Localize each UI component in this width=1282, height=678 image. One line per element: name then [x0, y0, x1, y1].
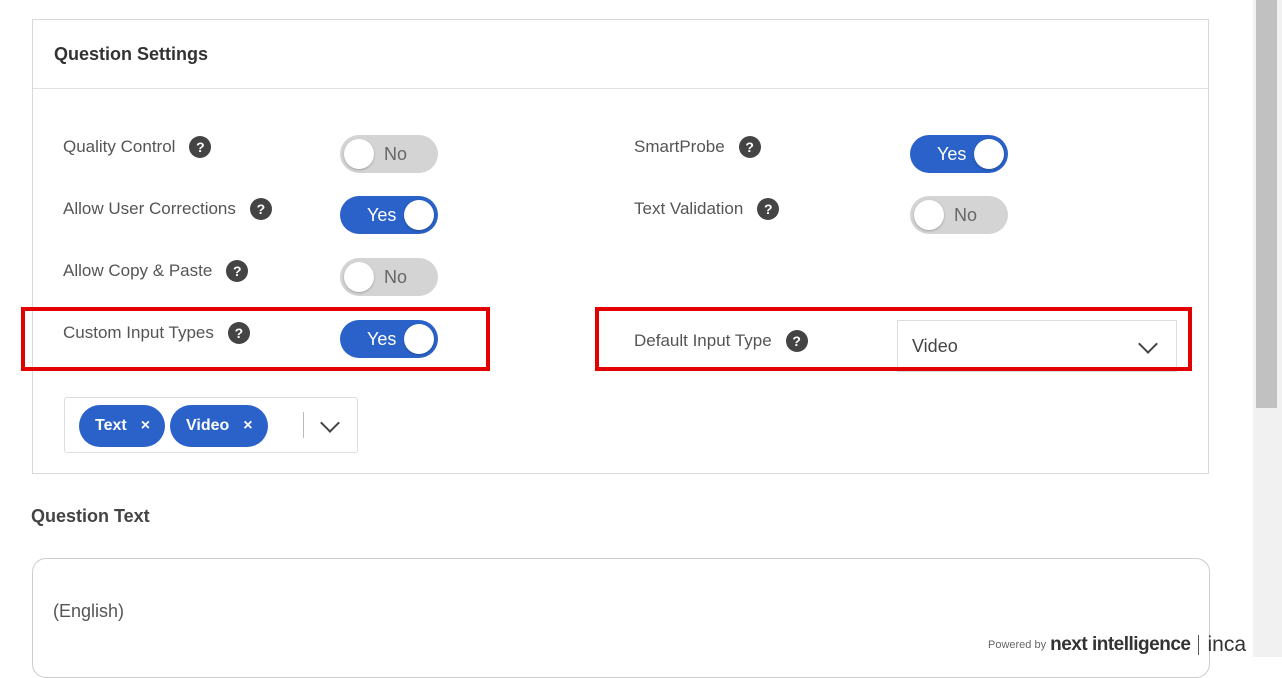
quality-control-toggle[interactable]: No	[340, 135, 438, 173]
toggle-knob	[974, 139, 1004, 169]
help-icon[interactable]: ?	[226, 260, 249, 282]
brand-logo: next intelligence	[1050, 634, 1191, 655]
scrollbar-thumb[interactable]	[1256, 0, 1277, 408]
toggle-knob	[344, 262, 374, 292]
toggle-state-label: No	[954, 204, 978, 225]
smartprobe-setting: SmartProbe ?	[634, 136, 761, 158]
toggle-state-label: No	[384, 143, 408, 164]
toggle-knob	[914, 200, 944, 230]
question-text-editor[interactable]: (English)	[32, 558, 1210, 678]
toggle-state-label: Yes	[937, 143, 967, 164]
help-icon[interactable]: ?	[249, 198, 272, 220]
remove-chip-icon[interactable]: ×	[243, 417, 252, 435]
inca-logo: inca	[1207, 633, 1246, 656]
chip-label: Text	[95, 417, 127, 434]
chip-label: Video	[186, 417, 230, 434]
chip-text: Text ×	[79, 405, 165, 447]
highlight-box	[595, 307, 1192, 371]
smartprobe-label: SmartProbe	[634, 137, 725, 156]
help-icon[interactable]: ?	[189, 136, 212, 158]
toggle-knob	[404, 200, 434, 230]
language-label: (English)	[53, 601, 125, 621]
allow-copy-paste-toggle[interactable]: No	[340, 258, 438, 296]
toggle-knob	[344, 139, 374, 169]
toggle-state-label: Yes	[367, 204, 397, 225]
quality-control-label: Quality Control	[63, 137, 176, 156]
divider	[303, 412, 304, 438]
allow-user-corrections-label: Allow User Corrections	[63, 199, 236, 218]
divider	[1198, 635, 1200, 655]
highlight-box	[21, 307, 490, 371]
chip-video: Video ×	[170, 405, 268, 447]
panel-title: Question Settings	[33, 20, 1208, 89]
text-validation-setting: Text Validation ?	[634, 198, 780, 220]
question-text-title: Question Text	[31, 506, 150, 526]
question-settings-panel: Question Settings Quality Control ? No A…	[32, 19, 1209, 474]
input-types-multiselect[interactable]: Text × Video ×	[64, 397, 358, 453]
toggle-state-label: No	[384, 266, 408, 287]
chevron-down-icon[interactable]	[320, 413, 340, 433]
text-validation-label: Text Validation	[634, 199, 744, 218]
allow-user-corrections-setting: Allow User Corrections ?	[63, 198, 272, 220]
allow-user-corrections-toggle[interactable]: Yes	[340, 196, 438, 234]
smartprobe-toggle[interactable]: Yes	[910, 135, 1008, 173]
powered-by-label: Powered by	[988, 639, 1047, 651]
quality-control-setting: Quality Control ?	[63, 136, 212, 158]
help-icon[interactable]: ?	[757, 198, 780, 220]
allow-copy-paste-label: Allow Copy & Paste	[63, 261, 213, 280]
text-validation-toggle[interactable]: No	[910, 196, 1008, 234]
allow-copy-paste-setting: Allow Copy & Paste ?	[63, 260, 249, 282]
powered-by-footer: Powered by next intelligence inca	[988, 633, 1246, 656]
remove-chip-icon[interactable]: ×	[141, 417, 150, 435]
help-icon[interactable]: ?	[738, 136, 761, 158]
